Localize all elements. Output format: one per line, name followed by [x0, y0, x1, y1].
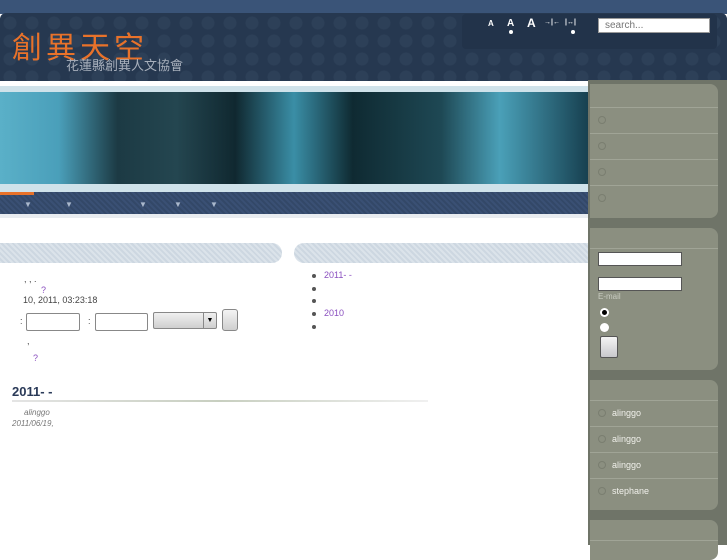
bullet-icon [598, 168, 606, 176]
user-item[interactable]: alinggo [590, 452, 718, 478]
nav-item-2-dropdown-icon[interactable]: ▼ [65, 200, 73, 209]
post-author[interactable]: alinggo [24, 408, 50, 417]
sidebar-users-panel: alinggo alinggo alinggo stephane [590, 380, 718, 510]
chevron-down-icon: ▼ [203, 313, 216, 328]
search-input[interactable] [598, 18, 710, 33]
site-subtitle: 花蓮縣創異人文協會 [66, 59, 184, 74]
radio-selected[interactable] [600, 308, 609, 317]
nav-item-1-dropdown-icon[interactable]: ▼ [24, 200, 32, 209]
bullet-icon [598, 194, 606, 202]
login-status-text: , , . [24, 274, 37, 284]
archive-item[interactable]: 2010 [312, 308, 352, 321]
top-strip [0, 0, 727, 14]
help-link[interactable]: ? [41, 285, 46, 295]
user-name[interactable]: alinggo [612, 434, 641, 444]
sidebar: E-mail alinggo alinggo alinggo stephane [588, 80, 727, 560]
sidebar-menu-panel [590, 84, 718, 218]
nav-item-3-dropdown-icon[interactable]: ▼ [139, 200, 147, 209]
sidebar-item[interactable] [590, 159, 718, 185]
archive-item[interactable] [312, 295, 352, 308]
selected-dot-icon [509, 30, 513, 34]
bullet-icon [598, 409, 606, 417]
left-module-header [0, 243, 282, 263]
login-button[interactable] [222, 309, 238, 331]
nav-item-5-dropdown-icon[interactable]: ▼ [210, 200, 218, 209]
font-large-button[interactable]: A [527, 16, 536, 30]
email-label: E-mail [598, 292, 621, 301]
narrow-width-button[interactable]: →|← [544, 19, 560, 26]
archive-item[interactable]: 2011- - [312, 270, 352, 283]
wide-width-button[interactable]: |↔| [565, 19, 576, 26]
user-name[interactable]: alinggo [612, 408, 641, 418]
post-title[interactable]: 2011- - [12, 384, 52, 399]
sidebar-panel-4 [590, 520, 718, 560]
password-field[interactable] [95, 313, 148, 331]
main-nav: ▼ ▼ ▼ ▼ ▼ [0, 192, 588, 214]
post-date: 2011/06/19, [12, 419, 54, 428]
username-field[interactable] [26, 313, 80, 331]
login-duration-select[interactable]: ▼ [153, 312, 217, 329]
current-date: 10, 2011, 03:23:18 [23, 295, 98, 305]
sidebar-item[interactable] [590, 185, 718, 211]
selected-dot-icon [571, 30, 575, 34]
font-small-button[interactable]: A [488, 19, 494, 28]
right-module-header [294, 243, 588, 263]
bullet-icon [598, 435, 606, 443]
bullet-icon [598, 487, 606, 495]
font-medium-button[interactable]: A [507, 18, 514, 29]
password-label: : [88, 316, 91, 326]
nav-item-4-dropdown-icon[interactable]: ▼ [174, 200, 182, 209]
sidebar-item[interactable] [590, 107, 718, 133]
bullet-icon [598, 461, 606, 469]
sidebar-submit-button[interactable] [600, 336, 618, 358]
sidebar-login-panel: E-mail [590, 228, 718, 370]
archive-list: 2011- - 2010 [312, 270, 352, 333]
user-item[interactable]: stephane [590, 478, 718, 504]
active-indicator [0, 192, 34, 195]
user-item[interactable]: alinggo [590, 426, 718, 452]
user-item[interactable]: alinggo [590, 400, 718, 426]
username-label: : [20, 316, 23, 326]
sidebar-username-field[interactable] [598, 252, 682, 266]
user-name[interactable]: alinggo [612, 460, 641, 470]
bullet-icon [598, 142, 606, 150]
archive-item[interactable] [312, 321, 352, 334]
register-text: , [27, 336, 30, 346]
user-name[interactable]: stephane [612, 486, 649, 496]
help-link-2[interactable]: ? [33, 353, 38, 363]
bullet-icon [598, 116, 606, 124]
sidebar-password-field[interactable] [598, 277, 682, 291]
radio-option[interactable] [600, 323, 609, 332]
sidebar-item[interactable] [590, 133, 718, 159]
archive-item[interactable] [312, 283, 352, 296]
banner-image-trees [0, 92, 588, 184]
banner [0, 86, 588, 192]
